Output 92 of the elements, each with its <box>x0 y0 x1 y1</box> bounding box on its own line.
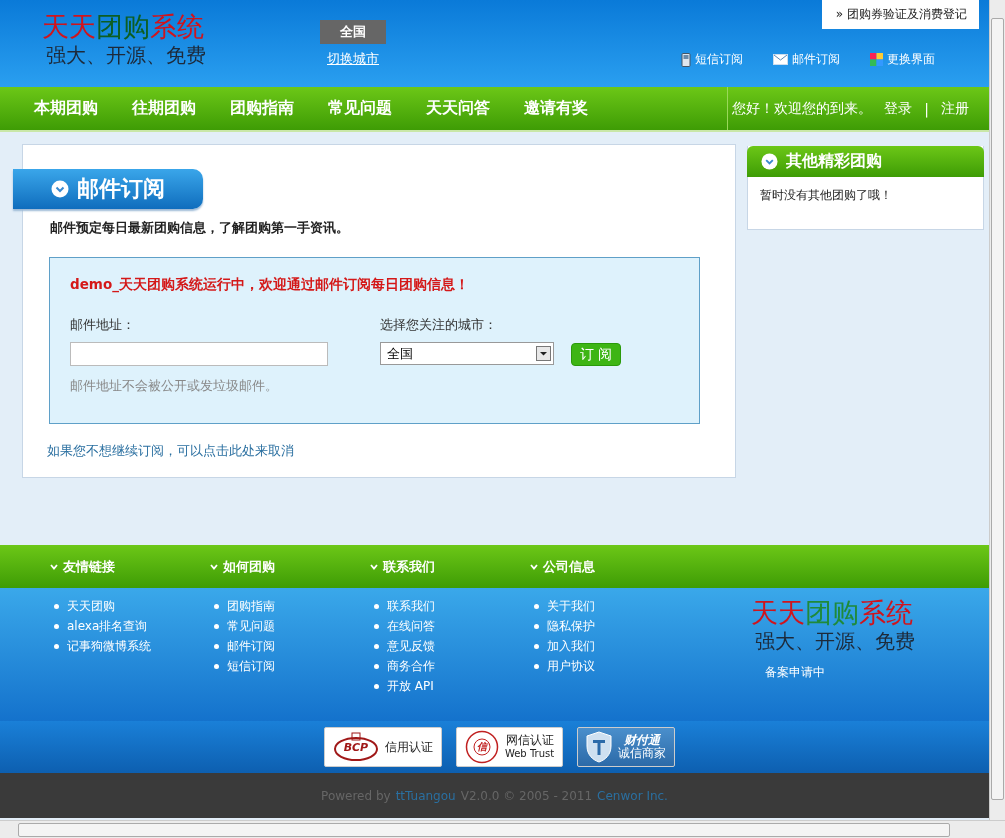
bullet-icon <box>374 604 379 609</box>
footer-link[interactable]: 商务合作 <box>387 658 435 675</box>
logo-text: 团购 <box>805 598 859 628</box>
footer-link[interactable]: 用户协议 <box>547 658 595 675</box>
header-link[interactable]: 更换界面 <box>870 51 935 68</box>
email-field[interactable] <box>70 342 328 366</box>
notice-text: demo_天天团购系统运行中，欢迎通过邮件订阅每日团购信息！ <box>70 276 470 294</box>
footer-link[interactable]: 开放 API <box>387 678 434 695</box>
bullet-icon <box>534 624 539 629</box>
field-label: 选择您关注的城市： <box>380 316 498 334</box>
empty-message: 暂时没有其他团购了哦！ <box>760 187 893 204</box>
footer-link[interactable]: 意见反馈 <box>387 638 435 655</box>
brand-link[interactable]: ttTuangou <box>395 788 456 803</box>
logo-text: 团购 <box>96 12 150 42</box>
logo-text: 系统 <box>859 598 913 628</box>
chevron-down-icon <box>530 563 538 570</box>
slogan: 强大、开源、免费 <box>45 42 206 68</box>
field-label: 邮件地址： <box>70 316 136 334</box>
sidebar-title: 其他精彩团购 <box>747 146 984 177</box>
footer-heading: 公司信息 <box>530 557 690 576</box>
chevron-down-icon <box>761 153 778 170</box>
section-title: 邮件订阅 <box>13 169 203 209</box>
chevron-down-icon <box>210 563 218 570</box>
bullet-icon <box>374 684 379 689</box>
footer-link[interactable]: 关于我们 <box>547 598 595 615</box>
horizontal-scrollbar[interactable] <box>0 820 1005 838</box>
palette-icon <box>870 53 883 66</box>
footer-link[interactable]: 隐私保护 <box>547 618 595 635</box>
footer-link[interactable]: 记事狗微博系统 <box>67 638 151 655</box>
bullet-icon <box>54 624 59 629</box>
footer-link[interactable]: 常见问题 <box>227 618 275 635</box>
switch-city-link[interactable]: 切换城市 <box>327 50 379 68</box>
header-link[interactable]: 邮件订阅 <box>773 51 840 68</box>
footer-link[interactable]: 联系我们 <box>387 598 435 615</box>
logo-text: 天天 <box>751 598 805 628</box>
chevron-down-icon <box>51 180 69 198</box>
footer-heading: 友情链接 <box>50 557 210 576</box>
footer-link[interactable]: 在线问答 <box>387 618 435 635</box>
chevron-down-icon <box>370 563 378 570</box>
login-link[interactable]: 登录 <box>884 99 913 118</box>
bullet-icon <box>534 664 539 669</box>
footer-link[interactable]: 天天团购 <box>67 598 115 615</box>
header-link[interactable]: 短信订阅 <box>681 51 743 68</box>
footer-link[interactable]: 邮件订阅 <box>227 638 275 655</box>
phone-icon <box>681 52 691 67</box>
bcp-logo: BCP <box>332 732 379 762</box>
nav-item[interactable]: 常见问题 <box>328 98 392 119</box>
nav-item[interactable]: 本期团购 <box>34 98 98 119</box>
bullet-icon <box>374 644 379 649</box>
bullet-icon <box>214 604 219 609</box>
seal-logo: 信 <box>464 730 499 764</box>
record-text: 备案申请中 <box>765 664 825 681</box>
bullet-icon <box>214 644 219 649</box>
logo-text: 系统 <box>150 12 204 42</box>
bullet-icon <box>374 664 379 669</box>
register-link[interactable]: 注册 <box>941 99 969 118</box>
bullet-icon <box>534 604 539 609</box>
company-link[interactable]: Cenwor Inc. <box>597 788 668 803</box>
nav-item[interactable]: 邀请有奖 <box>524 98 588 119</box>
nav-item[interactable]: 天天问答 <box>426 98 490 119</box>
logo-text: 天天 <box>42 12 96 42</box>
bullet-icon <box>214 664 219 669</box>
current-city: 全国 <box>320 20 386 44</box>
footer-heading: 联系我们 <box>370 557 530 576</box>
intro-text: 邮件预定每日最新团购信息，了解团购第一手资讯。 <box>50 219 350 237</box>
field-hint: 邮件地址不会被公开或发垃圾邮件。 <box>70 378 279 395</box>
trust-badge[interactable]: 财付通 诚信商家 <box>577 727 676 767</box>
greeting: 您好！欢迎您的到来。 <box>732 99 873 118</box>
separator: | <box>924 100 929 117</box>
footer-link[interactable]: 团购指南 <box>227 598 275 615</box>
unsubscribe-link[interactable]: 如果您不想继续订阅，可以点击此处来取消 <box>47 442 735 460</box>
bullet-icon <box>374 624 379 629</box>
nav-item[interactable]: 往期团购 <box>132 98 196 119</box>
nav-item[interactable]: 团购指南 <box>230 98 294 119</box>
bullet-icon <box>54 604 59 609</box>
chevron-down-icon <box>50 563 58 570</box>
shield-icon <box>586 731 613 763</box>
vertical-scrollbar[interactable] <box>989 0 1005 820</box>
bullet-icon <box>54 644 59 649</box>
slogan: 强大、开源、免费 <box>754 628 915 654</box>
city-select[interactable]: 全国 <box>380 342 554 365</box>
bullet-icon <box>214 624 219 629</box>
bullet-icon <box>534 644 539 649</box>
footer-heading: 如何团购 <box>210 557 370 576</box>
envelope-icon <box>773 54 788 65</box>
voucher-link[interactable]: » 团购券验证及消费登记 <box>821 0 979 29</box>
subscribe-button[interactable]: 订 阅 <box>571 343 622 366</box>
trust-badge[interactable]: 信 网信认证 Web Trust <box>455 727 564 767</box>
trust-badge[interactable]: BCP 信用认证 <box>323 727 442 767</box>
footer-link[interactable]: 加入我们 <box>547 638 595 655</box>
footer-link[interactable]: alexa排名查询 <box>67 618 148 635</box>
footer-link[interactable]: 短信订阅 <box>227 658 275 675</box>
